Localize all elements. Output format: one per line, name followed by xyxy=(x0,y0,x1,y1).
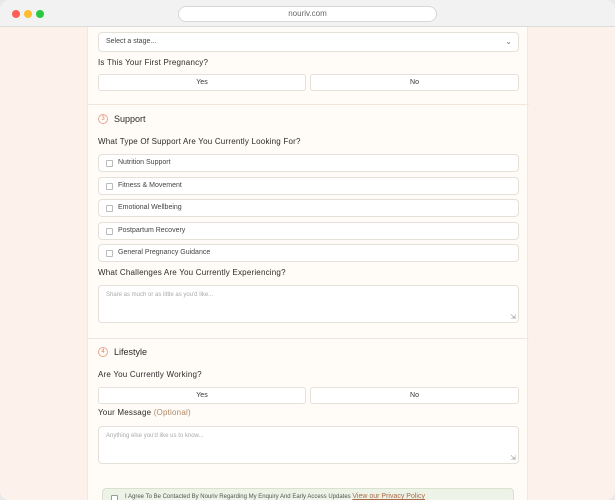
challenges-label: What Challenges Are You Currently Experi… xyxy=(98,268,286,277)
consent-checkbox-row[interactable]: I Agree To Be Contacted By Nouriv Regard… xyxy=(102,488,514,500)
support-option-label: Postpartum Recovery xyxy=(118,227,186,234)
support-option-fitness[interactable]: Fitness & Movement xyxy=(98,177,519,195)
checkbox[interactable] xyxy=(106,160,113,167)
checkbox[interactable] xyxy=(106,250,113,257)
first-pregnancy-no-button[interactable]: No xyxy=(310,74,519,91)
consent-label: I Agree To Be Contacted By Nouriv Regard… xyxy=(125,494,351,500)
section-title: Support xyxy=(114,114,146,124)
checkbox[interactable] xyxy=(106,228,113,235)
consent-checkbox[interactable] xyxy=(111,495,118,500)
message-label-text: Your Message xyxy=(98,408,152,417)
challenges-textarea[interactable]: Share as much or as little as you'd like… xyxy=(98,285,519,323)
support-option-label: Fitness & Movement xyxy=(118,182,182,189)
resize-handle-icon[interactable]: ⇲ xyxy=(510,313,516,321)
support-option-label: General Pregnancy Guidance xyxy=(118,249,211,256)
section-number-badge: 4 xyxy=(98,347,108,357)
section-divider xyxy=(88,338,529,339)
support-option-label: Nutrition Support xyxy=(118,159,171,166)
challenges-placeholder: Share as much or as little as you'd like… xyxy=(106,292,214,298)
address-bar[interactable]: nouriv.com xyxy=(178,6,437,22)
privacy-policy-link[interactable]: View our Privacy Policy xyxy=(352,493,425,500)
support-option-label: Emotional Wellbeing xyxy=(118,204,182,211)
checkbox[interactable] xyxy=(106,183,113,190)
support-option-postpartum[interactable]: Postpartum Recovery xyxy=(98,222,519,240)
message-placeholder: Anything else you'd like us to know... xyxy=(106,433,204,439)
section-divider xyxy=(88,104,529,105)
resize-handle-icon[interactable]: ⇲ xyxy=(510,454,516,462)
support-option-emotional[interactable]: Emotional Wellbeing xyxy=(98,199,519,217)
message-textarea[interactable]: Anything else you'd like us to know... ⇲ xyxy=(98,426,519,464)
consent-text: I Agree To Be Contacted By Nouriv Regard… xyxy=(125,493,425,500)
maximize-window-button[interactable] xyxy=(36,10,44,18)
message-label: Your Message (Optional) xyxy=(98,408,191,417)
page-viewport: Select a stage... ⌄ Is This Your First P… xyxy=(0,27,615,500)
support-option-nutrition[interactable]: Nutrition Support xyxy=(98,154,519,172)
support-option-general[interactable]: General Pregnancy Guidance xyxy=(98,244,519,262)
browser-window: nouriv.com Select a stage... ⌄ Is This Y… xyxy=(0,0,615,500)
working-yes-button[interactable]: Yes xyxy=(98,387,306,404)
support-type-label: What Type Of Support Are You Currently L… xyxy=(98,137,301,146)
close-window-button[interactable] xyxy=(12,10,20,18)
optional-tag: (Optional) xyxy=(153,408,191,417)
form-card: Select a stage... ⌄ Is This Your First P… xyxy=(87,27,529,500)
chevron-down-icon: ⌄ xyxy=(505,37,512,46)
stage-select-value: Select a stage... xyxy=(106,38,157,45)
first-pregnancy-yes-button[interactable]: Yes xyxy=(98,74,306,91)
section-title: Lifestyle xyxy=(114,347,148,357)
currently-working-label: Are You Currently Working? xyxy=(98,370,202,379)
browser-titlebar: nouriv.com xyxy=(0,0,615,27)
minimize-window-button[interactable] xyxy=(24,10,32,18)
first-pregnancy-label: Is This Your First Pregnancy? xyxy=(98,58,209,67)
stage-select[interactable]: Select a stage... ⌄ xyxy=(98,32,519,52)
working-no-button[interactable]: No xyxy=(310,387,519,404)
checkbox[interactable] xyxy=(106,205,113,212)
section-number-badge: 3 xyxy=(98,114,108,124)
